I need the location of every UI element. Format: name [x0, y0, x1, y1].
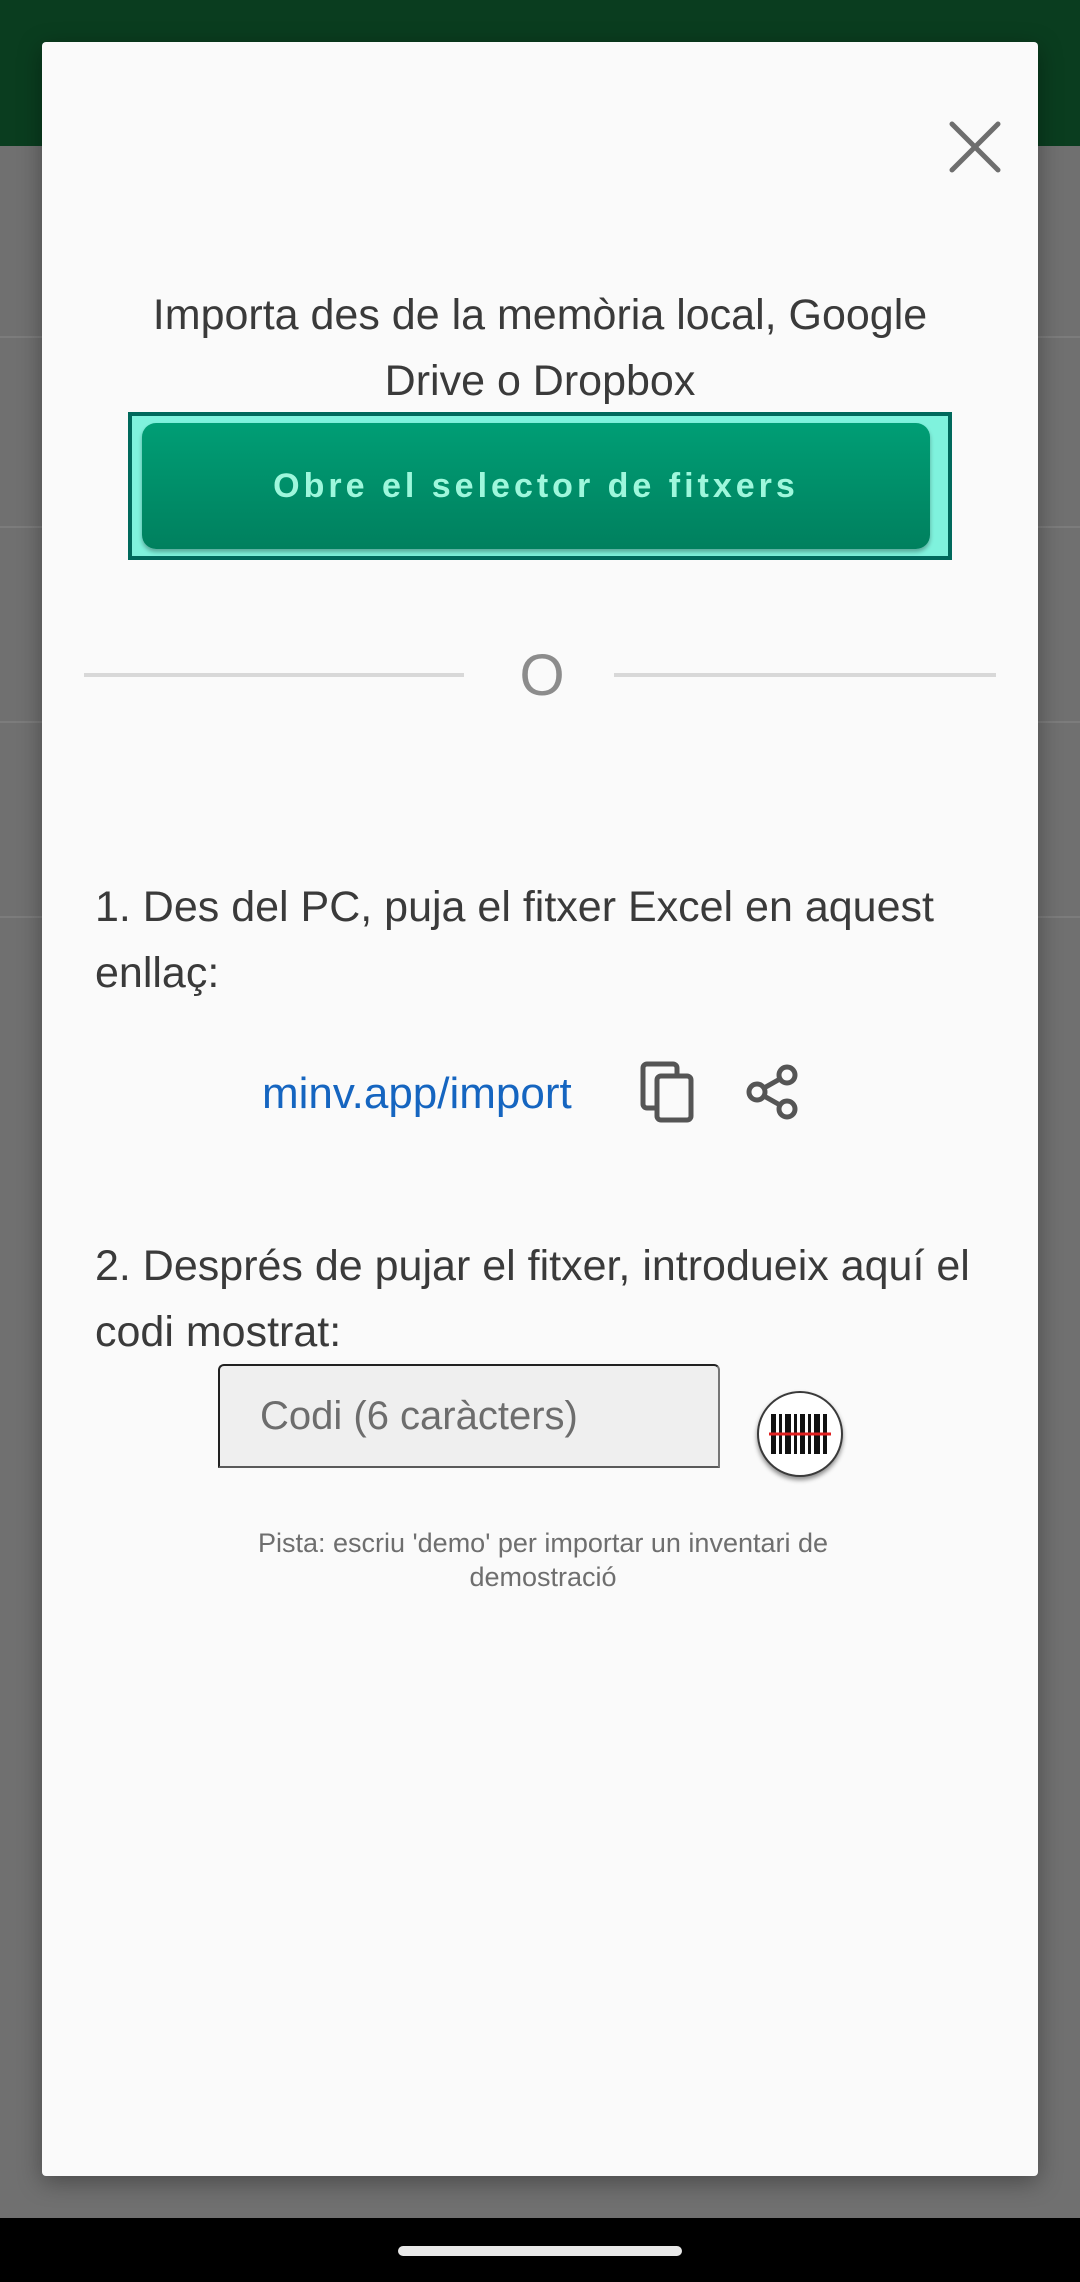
divider-or: O [519, 643, 565, 708]
share-icon [746, 1064, 798, 1120]
barcode-scan-icon [769, 1414, 831, 1454]
open-file-picker-button[interactable]: Obre el selector de fitxers [142, 423, 930, 549]
import-link[interactable]: minv.app/import [262, 1069, 572, 1119]
close-button[interactable] [920, 92, 1030, 202]
barcode-scan-button[interactable] [757, 1391, 843, 1477]
copy-icon [640, 1061, 694, 1123]
dialog-heading: Importa des de la memòria local, Google … [152, 291, 928, 405]
copy-link-button[interactable] [626, 1048, 710, 1136]
share-link-button[interactable] [730, 1050, 814, 1134]
home-gesture-handle[interactable] [398, 2246, 682, 2256]
divider-line-right [614, 673, 996, 677]
hint-text: Pista: escriu 'demo' per importar un inv… [257, 1528, 829, 1592]
code-input[interactable] [218, 1364, 720, 1468]
step-2-text: 2. Després de pujar el fitxer, introduei… [95, 1242, 970, 1356]
divider-line-left [84, 673, 464, 677]
step-1-text: 1. Des del PC, puja el fitxer Excel en a… [95, 883, 934, 997]
close-icon [949, 121, 1001, 173]
import-dialog: Importa des de la memòria local, Google … [42, 42, 1038, 2176]
open-file-picker-label: Obre el selector de fitxers [273, 466, 799, 505]
